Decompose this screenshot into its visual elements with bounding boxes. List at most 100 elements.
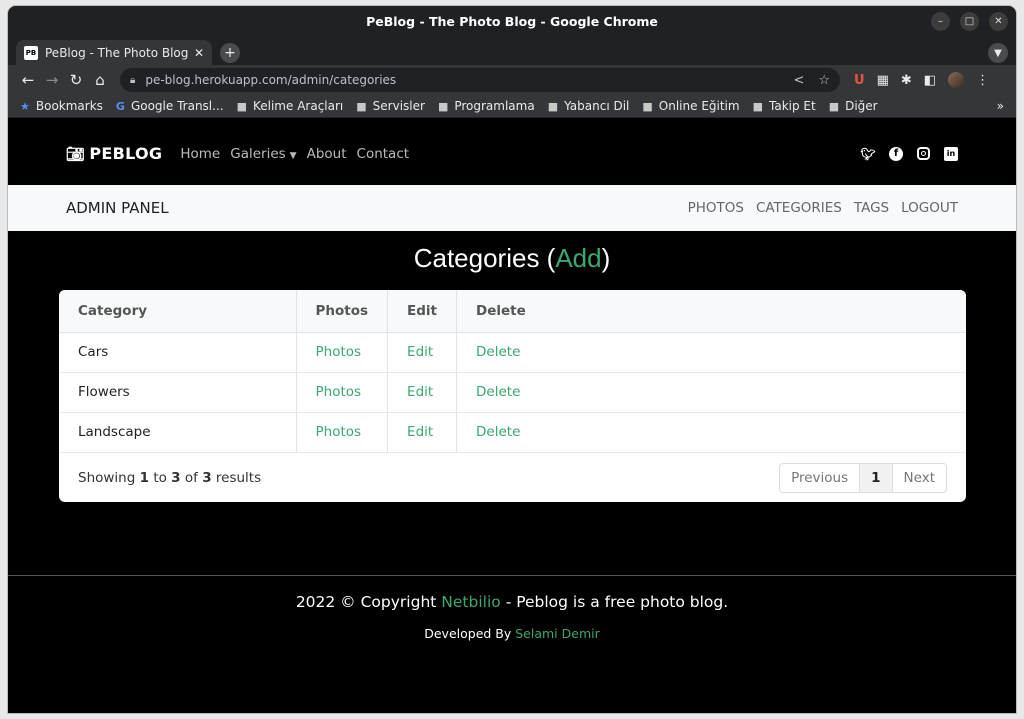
facebook-icon[interactable]: f <box>889 146 903 161</box>
bookmark-folder[interactable]: ■ Kelime Araçları <box>237 99 344 113</box>
edit-link[interactable]: Edit <box>387 332 457 373</box>
category-name: Landscape <box>59 412 296 453</box>
nav-home[interactable]: Home <box>180 146 220 162</box>
bookmark-folder[interactable]: ■ Takip Et <box>753 99 816 113</box>
bookmark-item[interactable]: G Google Transl... <box>116 99 224 113</box>
photos-link[interactable]: Photos <box>295 332 388 373</box>
camera-icon: 📷︎ <box>66 144 86 163</box>
ublock-extension-icon[interactable]: U <box>854 73 865 88</box>
admin-link-photos[interactable]: PHOTOS <box>688 200 744 216</box>
bookmark-folder[interactable]: ■ Servisler <box>356 99 425 113</box>
table-row: Cars Photos Edit Delete <box>59 332 966 373</box>
admin-bar: ADMIN PANEL PHOTOS CATEGORIES TAGS LOGOU… <box>8 185 1016 231</box>
close-icon[interactable]: ✕ <box>989 12 1008 31</box>
new-tab-icon[interactable]: + <box>220 43 240 63</box>
instagram-icon[interactable] <box>917 147 930 160</box>
photos-link[interactable]: Photos <box>295 412 388 453</box>
profile-avatar[interactable] <box>948 72 965 88</box>
admin-link-tags[interactable]: TAGS <box>854 200 889 216</box>
company-link[interactable]: Netbilio <box>441 593 500 611</box>
add-category-link[interactable]: Add <box>555 243 601 273</box>
browser-toolbar: ← → ↻ ⌂ 🔒︎ pe-blog.herokuapp.com/admin/c… <box>8 65 1016 95</box>
linkedin-icon[interactable]: in <box>944 146 958 161</box>
home-icon[interactable]: ⌂ <box>88 71 112 89</box>
tab-search-icon[interactable]: ▼ <box>988 43 1008 63</box>
bookmark-folder[interactable]: ■ Diğer <box>829 99 878 113</box>
site-footer: 2022 © Copyright Netbilio - Peblog is a … <box>8 575 1016 713</box>
bookmark-item[interactable]: ★ Bookmarks <box>20 99 103 113</box>
extension-icon[interactable]: ▦ <box>877 73 889 88</box>
table-footer: Showing 1 to 3 of 3 results Previous 1 N… <box>59 453 966 503</box>
share-icon[interactable]: < <box>793 73 804 88</box>
edit-link[interactable]: Edit <box>387 412 457 453</box>
admin-panel-title[interactable]: ADMIN PANEL <box>66 199 169 217</box>
bookmark-folder[interactable]: ■ Programlama <box>438 99 535 113</box>
title-bar: PeBlog - The Photo Blog - Google Chrome … <box>8 6 1016 37</box>
pagination-page[interactable]: 1 <box>859 463 893 492</box>
puzzle-icon[interactable]: ✱ <box>901 73 912 88</box>
category-name: Flowers <box>59 372 296 413</box>
delete-link[interactable]: Delete <box>456 412 966 453</box>
header-edit: Edit <box>387 290 457 333</box>
pagination-previous[interactable]: Previous <box>780 464 859 492</box>
brand-text: PEBLOG <box>89 144 163 163</box>
developer-link[interactable]: Selami Demir <box>515 626 600 641</box>
caret-down-icon: ▼ <box>289 150 297 161</box>
bookmarks-bar: ★ Bookmarks G Google Transl... ■ Kelime Ara… <box>8 95 1016 118</box>
table-row: Landscape Photos Edit Delete <box>59 412 966 453</box>
social-links: 🐦︎ f in <box>860 146 958 161</box>
back-icon[interactable]: ← <box>16 71 40 89</box>
header-category: Category <box>59 290 296 333</box>
folder-icon: ■ <box>752 99 763 113</box>
folder-icon: ■ <box>356 99 367 113</box>
bookmark-folder[interactable]: ■ Yabancı Dil <box>548 99 630 113</box>
photos-link[interactable]: Photos <box>295 372 388 413</box>
results-summary: Showing 1 to 3 of 3 results <box>78 469 262 486</box>
side-panel-icon[interactable]: ◧ <box>924 73 936 88</box>
minimize-icon[interactable]: – <box>931 12 950 31</box>
browser-tab[interactable]: PB PeBlog - The Photo Blog ✕ <box>16 40 212 65</box>
window-title: PeBlog - The Photo Blog - Google Chrome <box>366 14 658 29</box>
forward-icon[interactable]: → <box>40 71 64 89</box>
tab-strip: PB PeBlog - The Photo Blog ✕ + ▼ <box>8 37 1016 65</box>
menu-icon[interactable]: ⋮ <box>976 73 989 88</box>
edit-link[interactable]: Edit <box>387 372 457 413</box>
folder-icon: ■ <box>642 99 653 113</box>
delete-link[interactable]: Delete <box>456 372 966 413</box>
google-translate-icon: G <box>115 99 125 113</box>
admin-link-logout[interactable]: LOGOUT <box>901 200 958 216</box>
folder-icon: ■ <box>828 99 840 113</box>
delete-link[interactable]: Delete <box>456 332 966 373</box>
tab-title: PeBlog - The Photo Blog <box>45 45 188 60</box>
reload-icon[interactable]: ↻ <box>64 71 88 89</box>
tab-close-icon[interactable]: ✕ <box>194 46 204 60</box>
maximize-icon[interactable]: □ <box>960 12 979 31</box>
nav-contact[interactable]: Contact <box>357 146 410 162</box>
web-page: 📷︎ PEBLOG Home Galeries ▼ About Contact 🐦… <box>8 122 1016 713</box>
category-name: Cars <box>59 332 296 373</box>
nav-about[interactable]: About <box>307 146 347 162</box>
header-delete: Delete <box>456 290 966 333</box>
categories-card: Category Photos Edit Delete Cars Photos … <box>59 290 966 502</box>
more-bookmarks-icon[interactable]: » <box>997 99 1004 113</box>
bookmark-folder[interactable]: ■ Online Eğitim <box>642 99 739 113</box>
copyright-text: 2022 © Copyright Netbilio - Peblog is a … <box>295 593 729 611</box>
folder-icon: ■ <box>547 99 559 113</box>
star-icon: ★ <box>20 99 30 113</box>
site-brand[interactable]: 📷︎ PEBLOG <box>66 144 162 163</box>
admin-link-categories[interactable]: CATEGORIES <box>756 200 842 216</box>
lock-icon: 🔒︎ <box>130 74 136 86</box>
twitter-icon[interactable]: 🐦︎ <box>860 147 875 161</box>
url-text: pe-blog.herokuapp.com/admin/categories <box>145 73 397 87</box>
address-bar[interactable]: 🔒︎ pe-blog.herokuapp.com/admin/categorie… <box>120 68 840 92</box>
nav-galeries[interactable]: Galeries ▼ <box>230 146 296 162</box>
header-photos: Photos <box>295 290 388 333</box>
bookmark-star-icon[interactable]: ☆ <box>818 73 830 88</box>
table-header-row: Category Photos Edit Delete <box>59 290 966 333</box>
browser-window: PeBlog - The Photo Blog - Google Chrome … <box>8 6 1016 713</box>
table-row: Flowers Photos Edit Delete <box>59 372 966 413</box>
pagination-next[interactable]: Next <box>893 464 946 492</box>
favicon-icon: PB <box>24 45 38 60</box>
nav-galeries-label: Galeries <box>230 145 286 162</box>
developer-credit: Developed By Selami Demir <box>424 626 600 641</box>
